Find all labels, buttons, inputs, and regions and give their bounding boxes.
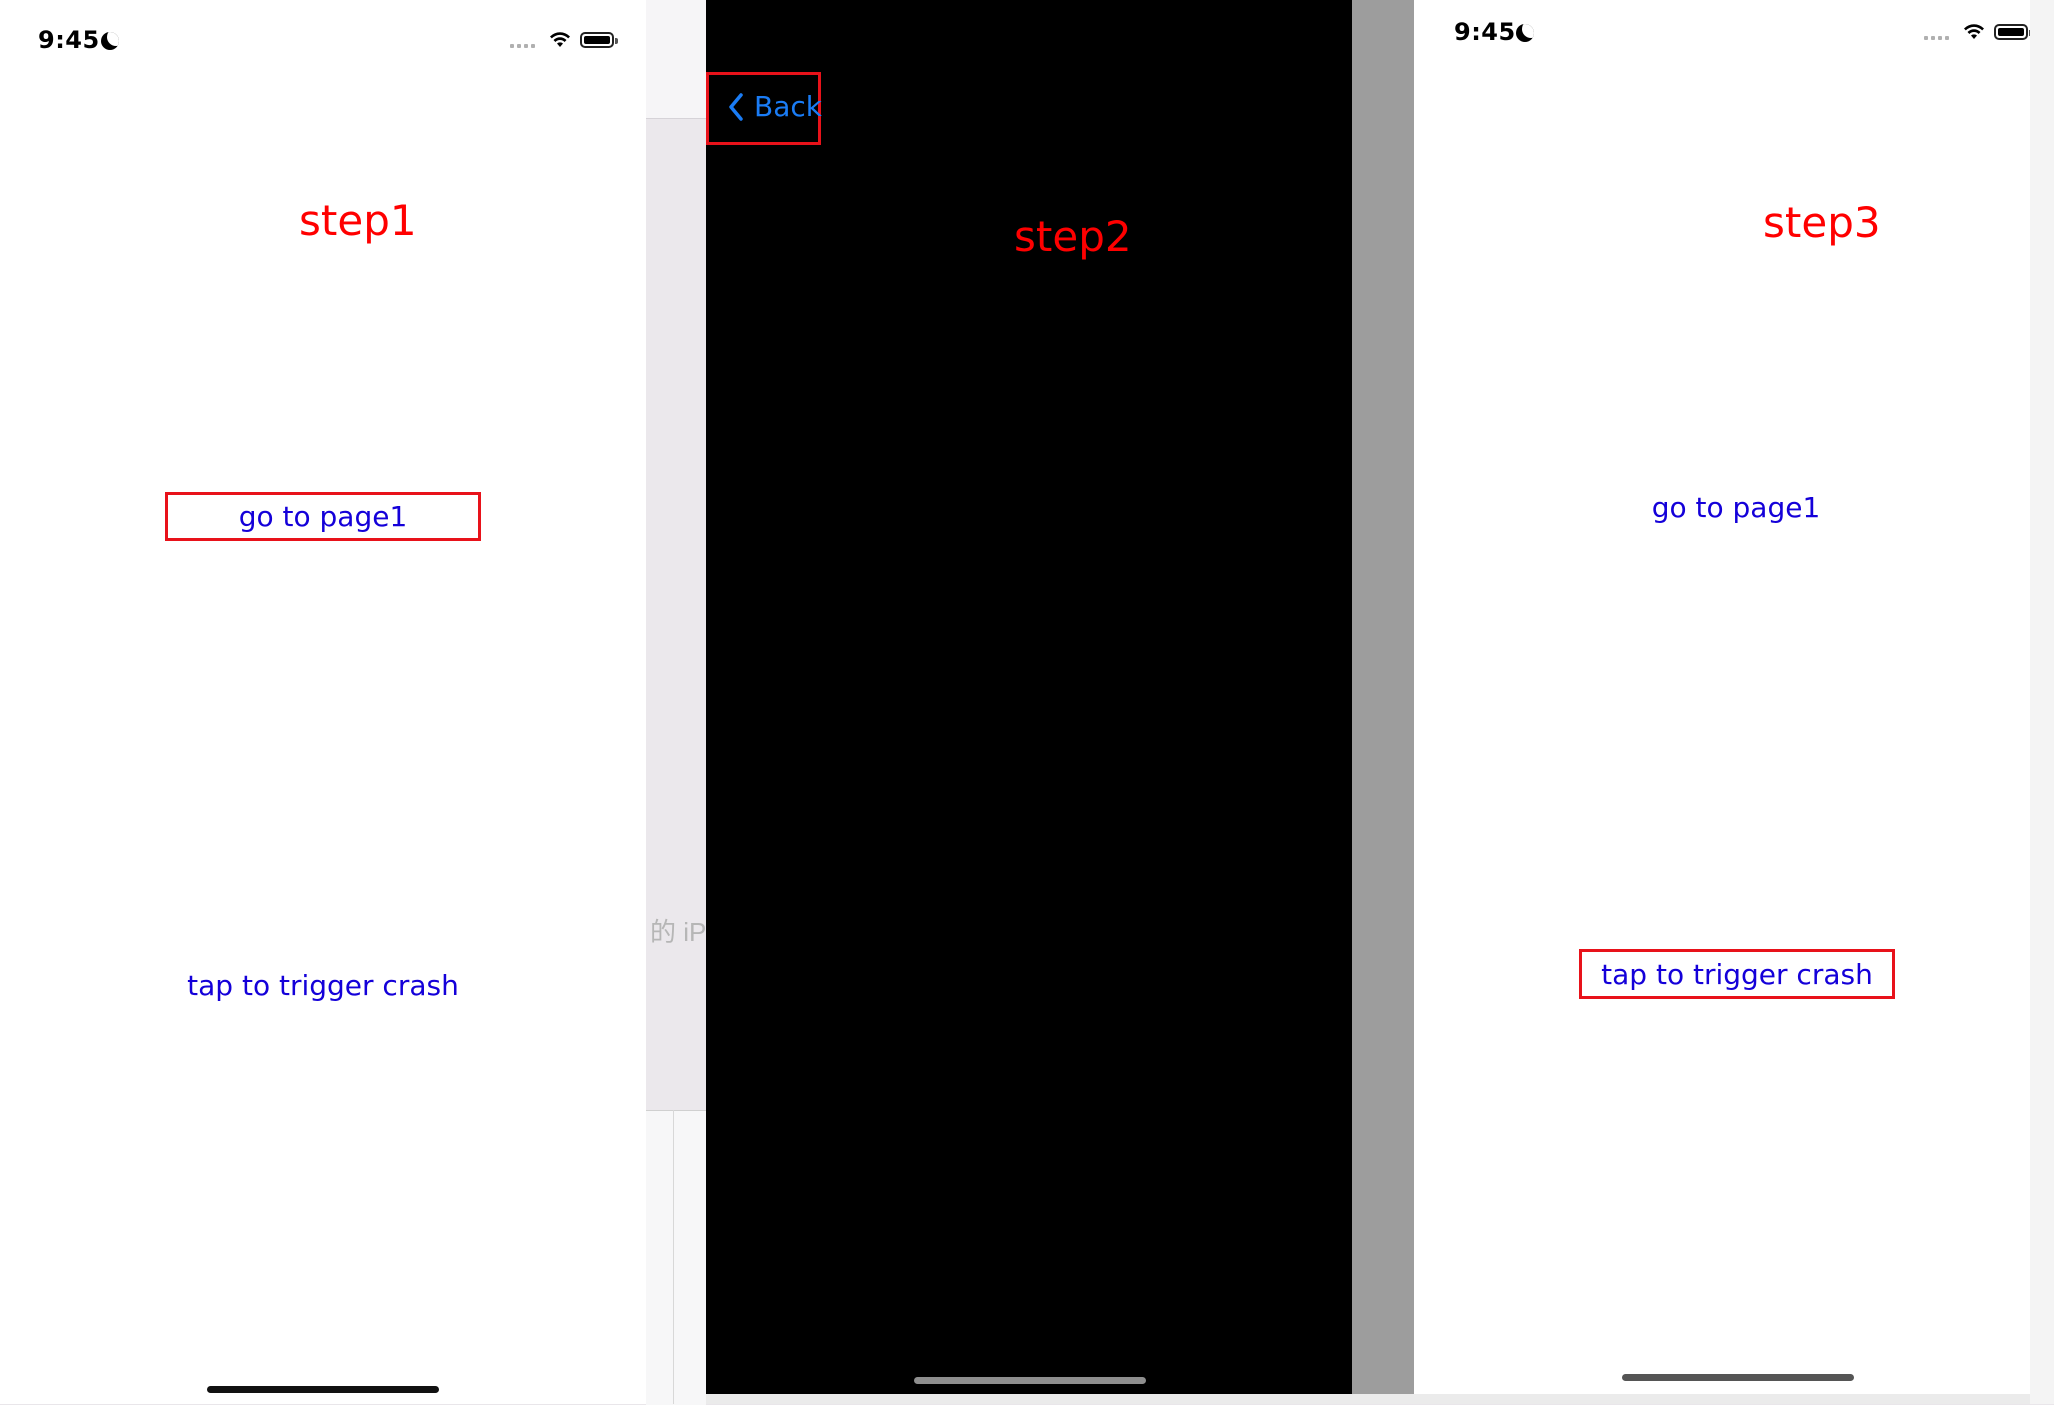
home-indicator[interactable] [207, 1386, 439, 1393]
moon-icon [1516, 24, 1534, 42]
trigger-crash-button[interactable]: tap to trigger crash [1579, 958, 1895, 991]
status-time: 9:45 [1454, 18, 1516, 46]
go-to-page1-button[interactable]: go to page1 [1578, 491, 1894, 524]
phone-screen-step3: 9:45 step3 go to page1 tap to trigger cr… [1414, 0, 2030, 1394]
cellular-signal-icon [510, 44, 535, 48]
phone-screen-step2: Back step2 [706, 0, 1352, 1394]
cellular-signal-icon [1924, 36, 1949, 40]
background-panel [646, 1110, 706, 1405]
moon-icon [101, 32, 119, 50]
background-divider [673, 1110, 674, 1404]
background-gray-panel [1352, 0, 1414, 1404]
status-time: 9:45 [38, 26, 100, 54]
background-toolbar [646, 0, 706, 119]
trigger-crash-button[interactable]: tap to trigger crash [165, 969, 481, 1002]
background-right-edge [2030, 0, 2054, 1404]
wifi-icon [550, 32, 570, 47]
wifi-icon [1964, 24, 1984, 39]
phone-screen-step1: 9:45 step1 go to page1 tap to trigger cr… [0, 0, 646, 1404]
go-to-page1-button[interactable]: go to page1 [165, 500, 481, 533]
back-button[interactable]: Back [728, 90, 822, 123]
home-indicator[interactable] [1622, 1374, 1854, 1381]
chevron-left-icon [729, 92, 743, 121]
battery-icon [1994, 24, 2030, 40]
step-label: step3 [1763, 198, 1881, 247]
back-label: Back [754, 90, 822, 123]
background-partial-text: 的 iP [650, 917, 706, 947]
background-bottom-strip [706, 1394, 2054, 1404]
home-indicator[interactable] [914, 1377, 1146, 1384]
step-label: step1 [299, 196, 417, 245]
battery-icon [580, 32, 618, 48]
step-label: step2 [1014, 212, 1132, 261]
